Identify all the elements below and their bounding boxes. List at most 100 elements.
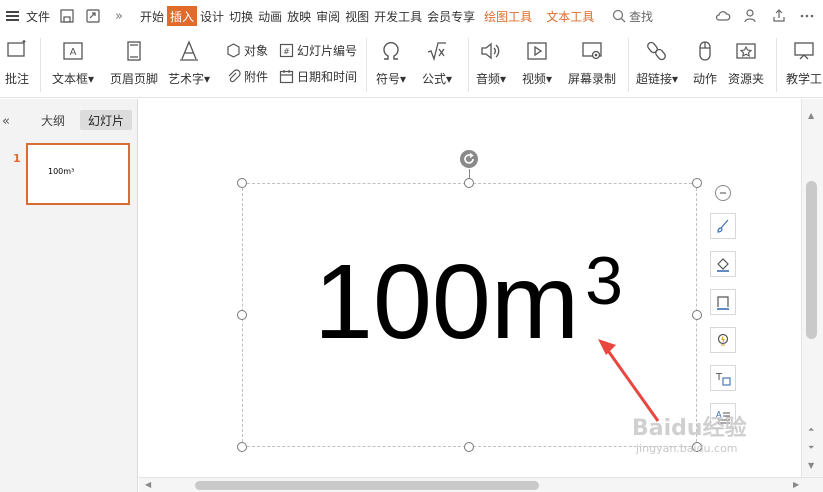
ribbon-toolbar: 批注 A 文本框▾ 页眉页脚 艺术字▾ 对象 附件 # 幻灯片编号 日期和时间 …: [0, 32, 823, 98]
comment-button[interactable]: 批注: [4, 38, 30, 87]
text-wrap-tool[interactable]: T: [710, 365, 736, 391]
slide-main-text[interactable]: 100m3: [314, 247, 623, 355]
tab-developer[interactable]: 开发工具: [372, 0, 424, 32]
slide-thumbnail[interactable]: 100m³: [26, 143, 130, 205]
tab-review[interactable]: 审阅: [314, 0, 342, 32]
date-time-button[interactable]: 日期和时间: [278, 68, 357, 85]
save-icon[interactable]: [58, 7, 76, 25]
screen-record-icon: [579, 38, 605, 64]
file-menu[interactable]: 文件: [0, 0, 50, 32]
outline-tool[interactable]: [710, 289, 736, 315]
fill-tool[interactable]: [710, 251, 736, 277]
superscript-text: 3: [585, 243, 623, 319]
page-up-icon[interactable]: ⏶: [808, 425, 814, 435]
more-chevron-icon[interactable]: »: [110, 7, 128, 25]
formula-label: 公式▾: [422, 72, 453, 86]
textbox-icon: A: [60, 38, 86, 64]
slide-number-button[interactable]: # 幻灯片编号: [278, 42, 357, 59]
comment-label: 批注: [4, 72, 29, 86]
hyperlink-label: 超链接▾: [636, 72, 679, 86]
effects-tool[interactable]: [710, 327, 736, 353]
baidu-watermark: Baidu经验: [632, 416, 747, 441]
hyperlink-button[interactable]: 超链接▾: [636, 38, 678, 87]
svg-text:A: A: [70, 47, 77, 58]
tab-design[interactable]: 设计: [198, 0, 226, 32]
mouse-icon: [692, 38, 718, 64]
audio-button[interactable]: 音频▾: [476, 38, 506, 87]
scroll-down-icon[interactable]: ▼: [808, 461, 814, 470]
attachment-button[interactable]: 附件: [225, 68, 268, 85]
screen-record-label: 屏幕录制: [568, 72, 617, 86]
resource-folder-button[interactable]: 资源夹: [728, 38, 764, 87]
tab-outline[interactable]: 大纲: [34, 110, 72, 130]
tab-transition[interactable]: 切换: [227, 0, 255, 32]
header-footer-button[interactable]: 页眉页脚: [110, 38, 158, 87]
hamburger-icon: [6, 11, 20, 21]
scroll-up-icon[interactable]: ▲: [808, 111, 814, 120]
tab-drawing-tools[interactable]: 绘图工具: [482, 0, 534, 32]
scroll-right-icon[interactable]: ▶: [793, 480, 799, 489]
slide-index: 1: [13, 152, 21, 165]
resize-handle-top[interactable]: [464, 178, 474, 188]
page-down-icon[interactable]: ⏷: [808, 443, 814, 453]
horizontal-scroll-thumb[interactable]: [195, 481, 539, 490]
tab-slideshow[interactable]: 放映: [285, 0, 313, 32]
share-icon[interactable]: [771, 8, 787, 24]
horizontal-scrollbar[interactable]: ◀ ▶: [139, 477, 823, 492]
omega-icon: [378, 38, 404, 64]
wordart-button[interactable]: 艺术字▾: [168, 38, 210, 87]
slide-number-label: 幻灯片编号: [297, 44, 358, 58]
collapse-panel-icon[interactable]: «: [2, 114, 10, 129]
teaching-tools-label: 教学工: [786, 72, 823, 86]
tab-member[interactable]: 会员专享: [425, 0, 477, 32]
vertical-scrollbar[interactable]: ▲ ⏶ ⏷ ▼: [801, 99, 823, 477]
rotate-handle-icon[interactable]: [459, 149, 479, 169]
symbol-button[interactable]: 符号▾: [376, 38, 406, 87]
vertical-scroll-thumb[interactable]: [806, 181, 817, 339]
more-icon[interactable]: [799, 8, 815, 24]
text-box-icon: T: [715, 372, 731, 386]
screen-record-button[interactable]: 屏幕录制: [568, 38, 616, 87]
tab-animation[interactable]: 动画: [256, 0, 284, 32]
resize-handle-left[interactable]: [237, 310, 247, 320]
teaching-icon: [791, 38, 817, 64]
collapse-toolbar-icon[interactable]: [715, 185, 731, 201]
tab-insert[interactable]: 插入: [167, 6, 198, 26]
date-time-label: 日期和时间: [297, 70, 358, 84]
tab-slides[interactable]: 幻灯片: [80, 110, 132, 130]
formula-button[interactable]: 公式▾: [422, 38, 452, 87]
paperclip-icon: [225, 69, 241, 85]
header-footer-icon: [121, 38, 147, 64]
tab-text-tools[interactable]: 文本工具: [544, 0, 596, 32]
video-label: 视频▾: [522, 72, 553, 86]
star-folder-icon: [733, 38, 759, 64]
textbox-button[interactable]: A 文本框▾: [52, 38, 94, 87]
outline-icon: [717, 296, 729, 310]
video-button[interactable]: 视频▾: [522, 38, 552, 87]
svg-text:#: #: [283, 47, 290, 56]
video-icon: [524, 38, 550, 64]
resize-handle-top-left[interactable]: [237, 178, 247, 188]
object-button[interactable]: 对象: [225, 42, 268, 59]
tab-home[interactable]: 开始: [138, 0, 166, 32]
wordart-label: 艺术字▾: [168, 72, 211, 86]
resize-handle-right[interactable]: [692, 310, 702, 320]
object-label: 对象: [244, 44, 269, 58]
search-button[interactable]: 查找: [612, 8, 653, 25]
lightbulb-icon: [717, 333, 729, 346]
scroll-left-icon[interactable]: ◀: [145, 480, 151, 489]
resize-handle-bottom-left[interactable]: [237, 442, 247, 452]
action-button[interactable]: 动作: [692, 38, 718, 87]
tab-view[interactable]: 视图: [343, 0, 371, 32]
user-share-icon[interactable]: [743, 8, 759, 24]
search-label: 查找: [628, 9, 653, 24]
export-icon[interactable]: [84, 7, 102, 25]
main-text-value: 100m: [314, 243, 580, 361]
resize-handle-top-right[interactable]: [692, 178, 702, 188]
resize-handle-bottom[interactable]: [464, 442, 474, 452]
symbol-label: 符号▾: [376, 72, 407, 86]
brush-tool[interactable]: [710, 213, 736, 239]
attachment-label: 附件: [244, 70, 269, 84]
cloud-sync-icon[interactable]: [715, 8, 731, 24]
teaching-tools-button[interactable]: 教学工: [786, 38, 822, 87]
